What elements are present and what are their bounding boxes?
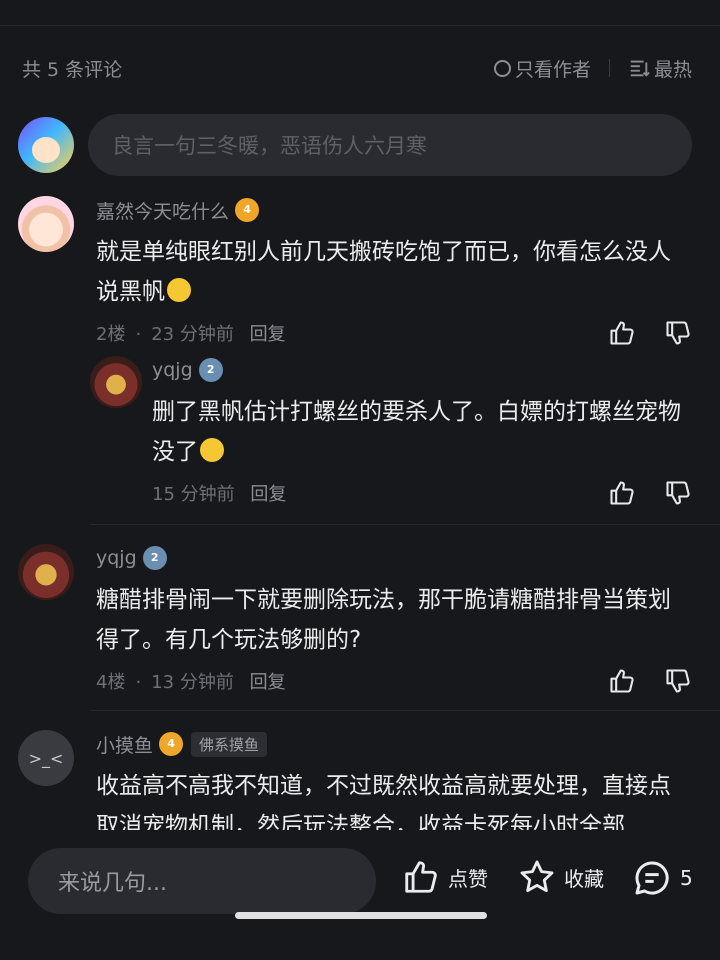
emoji-icon xyxy=(167,278,191,302)
sort-button[interactable]: 最热 xyxy=(628,55,692,82)
thumbs-up-icon[interactable] xyxy=(608,667,636,695)
comment-time: 13 分钟前 xyxy=(151,672,234,693)
thumbs-down-icon[interactable] xyxy=(664,479,692,507)
comment-input-placeholder: 良言一句三冬暖，恶语伤人六月寒 xyxy=(112,134,427,158)
my-avatar[interactable] xyxy=(18,117,74,173)
comment-username[interactable]: 嘉然今天吃什么 xyxy=(96,197,229,224)
bottom-input-placeholder: 来说几句... xyxy=(58,871,167,896)
comment-text: 糖醋排骨闹一下就要删除玩法，那干脆请糖醋排骨当策划得了。有几个玩法够删的? xyxy=(96,587,671,653)
thumbs-up-icon[interactable] xyxy=(608,319,636,347)
level-badge-icon: 4 xyxy=(235,198,260,222)
comment-text: 就是单纯眼红别人前几天搬砖吃饱了而已，你看怎么没人说黑帆 xyxy=(96,239,671,305)
avatar[interactable] xyxy=(18,544,74,600)
compose-row: 良言一句三冬暖，恶语伤人六月寒 xyxy=(18,114,692,176)
level-badge-icon: 2 xyxy=(198,358,223,382)
comment-divider xyxy=(90,710,720,711)
emoji-icon xyxy=(200,438,224,462)
comment-floor: 4楼 xyxy=(96,672,126,693)
home-indicator xyxy=(235,912,487,919)
reply-item: yqjg 2 删了黑帆估计打螺丝的要杀人了。白嫖的打螺丝宠物没了 15 分钟前 … xyxy=(90,356,692,510)
like-label: 点赞 xyxy=(448,866,488,891)
sort-icon xyxy=(630,60,650,77)
comment-username[interactable]: 小摸鱼 xyxy=(96,731,153,758)
sort-label: 最热 xyxy=(653,58,692,81)
top-divider xyxy=(0,25,720,26)
thumbs-down-icon[interactable] xyxy=(664,319,692,347)
radio-circle-icon xyxy=(493,59,511,77)
author-only-label: 只看作者 xyxy=(514,58,591,81)
comment-item: 嘉然今天吃什么 4 就是单纯眼红别人前几天搬砖吃饱了而已，你看怎么没人说黑帆 2… xyxy=(18,196,692,350)
thumbs-up-icon[interactable] xyxy=(608,479,636,507)
reply-button[interactable]: 回复 xyxy=(250,324,286,345)
reply-time: 15 分钟前 xyxy=(152,484,235,505)
reply-button[interactable]: 回复 xyxy=(250,484,286,505)
bottom-comment-input[interactable]: 来说几句... xyxy=(28,848,376,914)
header-separator xyxy=(608,59,610,77)
thumbs-up-icon xyxy=(405,861,437,893)
avatar[interactable] xyxy=(90,356,142,408)
comment-input[interactable]: 良言一句三冬暖，恶语伤人六月寒 xyxy=(88,114,692,176)
reply-text: 删了黑帆估计打螺丝的要杀人了。白嫖的打螺丝宠物没了 xyxy=(152,399,681,465)
reply-username[interactable]: yqjg xyxy=(152,359,193,381)
favorite-button[interactable]: 收藏 xyxy=(518,858,604,896)
user-title-tag: 佛系摸鱼 xyxy=(191,731,268,757)
favorite-label: 收藏 xyxy=(564,866,604,891)
avatar[interactable]: >_< xyxy=(18,730,74,786)
star-icon xyxy=(520,860,554,893)
comments-button[interactable]: 5 xyxy=(632,858,693,898)
level-badge-icon: 2 xyxy=(142,546,167,570)
comment-divider xyxy=(90,524,720,525)
comment-username[interactable]: yqjg xyxy=(96,547,137,569)
comment-count-label: 5 xyxy=(680,866,693,890)
comment-item: >_< 小摸鱼 4 佛系摸鱼 收益高不高我不知道，不过既然收益高就要处理，直接点… xyxy=(18,730,692,846)
level-badge-icon: 4 xyxy=(159,732,184,756)
author-only-toggle[interactable]: 只看作者 xyxy=(493,55,591,82)
like-button[interactable]: 点赞 xyxy=(402,858,488,896)
comment-item: yqjg 2 糖醋排骨闹一下就要删除玩法，那干脆请糖醋排骨当策划得了。有几个玩法… xyxy=(18,544,692,698)
thumbs-down-icon[interactable] xyxy=(664,667,692,695)
chat-bubble-icon xyxy=(635,861,669,895)
comment-time: 23 分钟前 xyxy=(151,324,234,345)
avatar[interactable] xyxy=(18,196,74,252)
comment-count: 共 5 条评论 xyxy=(22,58,123,81)
bottom-bar: 来说几句... 点赞 收藏 5 xyxy=(0,830,720,960)
comment-floor: 2楼 xyxy=(96,324,126,345)
comments-header: 共 5 条评论 只看作者 最热 xyxy=(22,54,692,82)
reply-button[interactable]: 回复 xyxy=(250,672,286,693)
